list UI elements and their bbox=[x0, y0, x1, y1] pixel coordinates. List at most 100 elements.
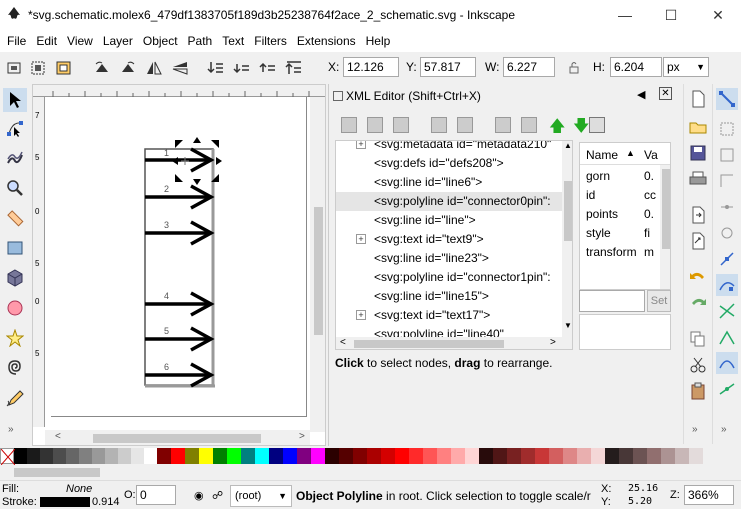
xml-node[interactable]: + <svg:text id="text9"> bbox=[336, 230, 562, 249]
color-swatch[interactable] bbox=[311, 448, 325, 464]
menu-object[interactable]: Object bbox=[138, 34, 183, 48]
rotate-cw-icon[interactable] bbox=[118, 58, 138, 78]
indent-node-icon[interactable] bbox=[495, 117, 511, 133]
maximize-icon[interactable]: ☐ bbox=[648, 0, 694, 30]
h-input[interactable] bbox=[610, 57, 662, 77]
canvas-area[interactable]: 7 5 0 5 0 5 1 2 3 4 5 6 < > bbox=[32, 84, 326, 446]
panel-close-icon[interactable]: ✕ bbox=[659, 87, 672, 100]
snap-path-intersections-icon[interactable] bbox=[716, 300, 738, 322]
open-icon[interactable] bbox=[687, 116, 709, 138]
xml-node[interactable]: <svg:line id="line6"> bbox=[336, 173, 562, 192]
tree-vscrollbar[interactable]: ▲ ▼ bbox=[562, 141, 572, 349]
minimize-icon[interactable]: — bbox=[602, 0, 648, 30]
move-up-icon[interactable]: 🡅 bbox=[549, 115, 565, 142]
color-swatch[interactable] bbox=[325, 448, 339, 464]
lower-icon[interactable] bbox=[232, 58, 252, 78]
raise-icon[interactable] bbox=[258, 58, 278, 78]
tweak-tool-icon[interactable] bbox=[3, 146, 27, 170]
color-swatch[interactable] bbox=[283, 448, 297, 464]
select-all-icon[interactable] bbox=[4, 58, 24, 78]
duplicate-node-icon[interactable] bbox=[393, 117, 409, 133]
new-document-icon[interactable] bbox=[687, 88, 709, 110]
xml-node[interactable]: <svg:polyline id="connector1pin": bbox=[336, 268, 562, 287]
color-swatch[interactable] bbox=[213, 448, 227, 464]
canvas-vscrollbar[interactable] bbox=[310, 97, 325, 432]
color-swatch[interactable] bbox=[171, 448, 185, 464]
color-swatch[interactable] bbox=[255, 448, 269, 464]
color-swatch[interactable] bbox=[297, 448, 311, 464]
scroll-right-icon[interactable]: > bbox=[299, 431, 305, 442]
menu-edit[interactable]: Edit bbox=[31, 34, 62, 48]
color-swatch[interactable] bbox=[437, 448, 451, 464]
tree-vscroll-thumb[interactable] bbox=[564, 181, 572, 241]
menu-path[interactable]: Path bbox=[183, 34, 218, 48]
attribute-row[interactable]: id cc bbox=[580, 186, 670, 205]
color-swatch[interactable] bbox=[241, 448, 255, 464]
color-swatch[interactable] bbox=[185, 448, 199, 464]
scroll-left-icon[interactable]: < bbox=[340, 337, 346, 348]
snap-enable-icon[interactable] bbox=[716, 88, 738, 110]
3d-box-tool-icon[interactable] bbox=[3, 266, 27, 290]
rectangle-tool-icon[interactable] bbox=[3, 236, 27, 260]
cut-icon[interactable] bbox=[687, 354, 709, 376]
palette-scroll-thumb[interactable] bbox=[14, 468, 100, 477]
move-down-icon[interactable]: 🡇 bbox=[573, 115, 589, 142]
zoom-tool-icon[interactable] bbox=[3, 176, 27, 200]
layer-lock-icon[interactable]: ☍ bbox=[212, 489, 223, 502]
vscroll-thumb[interactable] bbox=[314, 207, 323, 335]
scroll-right-icon[interactable]: > bbox=[550, 337, 556, 348]
unindent-node-icon[interactable] bbox=[457, 117, 473, 133]
select-all-layers-icon[interactable] bbox=[28, 58, 48, 78]
ellipse-tool-icon[interactable] bbox=[3, 296, 27, 320]
xml-node[interactable]: <svg:line id="line15"> bbox=[336, 287, 562, 306]
menu-help[interactable]: Help bbox=[361, 34, 396, 48]
more-commands-icon[interactable]: » bbox=[692, 424, 698, 435]
color-swatch[interactable] bbox=[479, 448, 493, 464]
unit-select[interactable]: px ▼ bbox=[663, 57, 709, 77]
raise-to-top-icon[interactable] bbox=[284, 58, 304, 78]
more-snap-icon[interactable]: » bbox=[721, 424, 727, 435]
snap-nodes-icon[interactable] bbox=[716, 248, 738, 270]
color-swatch[interactable] bbox=[661, 448, 675, 464]
attribute-row[interactable]: gorn 0. bbox=[580, 167, 670, 186]
color-swatch[interactable] bbox=[227, 448, 241, 464]
attr-value-header[interactable]: Va bbox=[644, 148, 658, 162]
deselect-icon[interactable] bbox=[54, 58, 74, 78]
undo-icon[interactable] bbox=[687, 266, 709, 288]
delete-node-icon[interactable] bbox=[431, 117, 447, 133]
xml-node[interactable]: <svg:line id="line"> bbox=[336, 211, 562, 230]
attribute-row[interactable]: style fi bbox=[580, 224, 670, 243]
export-icon[interactable] bbox=[687, 230, 709, 252]
color-swatch[interactable] bbox=[423, 448, 437, 464]
menu-text[interactable]: Text bbox=[217, 34, 249, 48]
color-swatch[interactable] bbox=[92, 448, 105, 464]
color-swatch[interactable] bbox=[577, 448, 591, 464]
palette-scrollbar[interactable] bbox=[0, 465, 741, 479]
snap-midpoints-icon[interactable] bbox=[716, 378, 738, 400]
paste-icon[interactable] bbox=[687, 380, 709, 402]
redo-icon[interactable] bbox=[687, 292, 709, 314]
hscroll-thumb[interactable] bbox=[93, 434, 261, 443]
color-swatch[interactable] bbox=[465, 448, 479, 464]
menu-file[interactable]: File bbox=[2, 34, 31, 48]
color-swatch[interactable] bbox=[633, 448, 647, 464]
more-tools-icon[interactable]: » bbox=[8, 424, 14, 435]
color-swatch[interactable] bbox=[27, 448, 40, 464]
snap-bbox-midpoint-icon[interactable] bbox=[716, 196, 738, 218]
xml-node[interactable]: + <svg:text id="text17"> bbox=[336, 306, 562, 325]
x-input[interactable] bbox=[343, 57, 399, 77]
snap-bbox-center-icon[interactable] bbox=[716, 222, 738, 244]
attr-vscroll-thumb[interactable] bbox=[662, 169, 670, 249]
tree-hscrollbar[interactable]: < > bbox=[336, 337, 562, 349]
node-tool-icon[interactable] bbox=[3, 116, 27, 140]
measure-tool-icon[interactable] bbox=[3, 206, 27, 230]
new-element-node-icon[interactable] bbox=[341, 117, 357, 133]
spiral-tool-icon[interactable] bbox=[3, 356, 27, 380]
snap-smooth-nodes-icon[interactable] bbox=[716, 352, 738, 374]
pencil-tool-icon[interactable] bbox=[3, 386, 27, 410]
menu-view[interactable]: View bbox=[62, 34, 98, 48]
expand-icon[interactable]: + bbox=[356, 141, 366, 149]
color-swatch[interactable] bbox=[269, 448, 283, 464]
menu-extensions[interactable]: Extensions bbox=[292, 34, 361, 48]
selector-tool-icon[interactable] bbox=[3, 88, 27, 112]
